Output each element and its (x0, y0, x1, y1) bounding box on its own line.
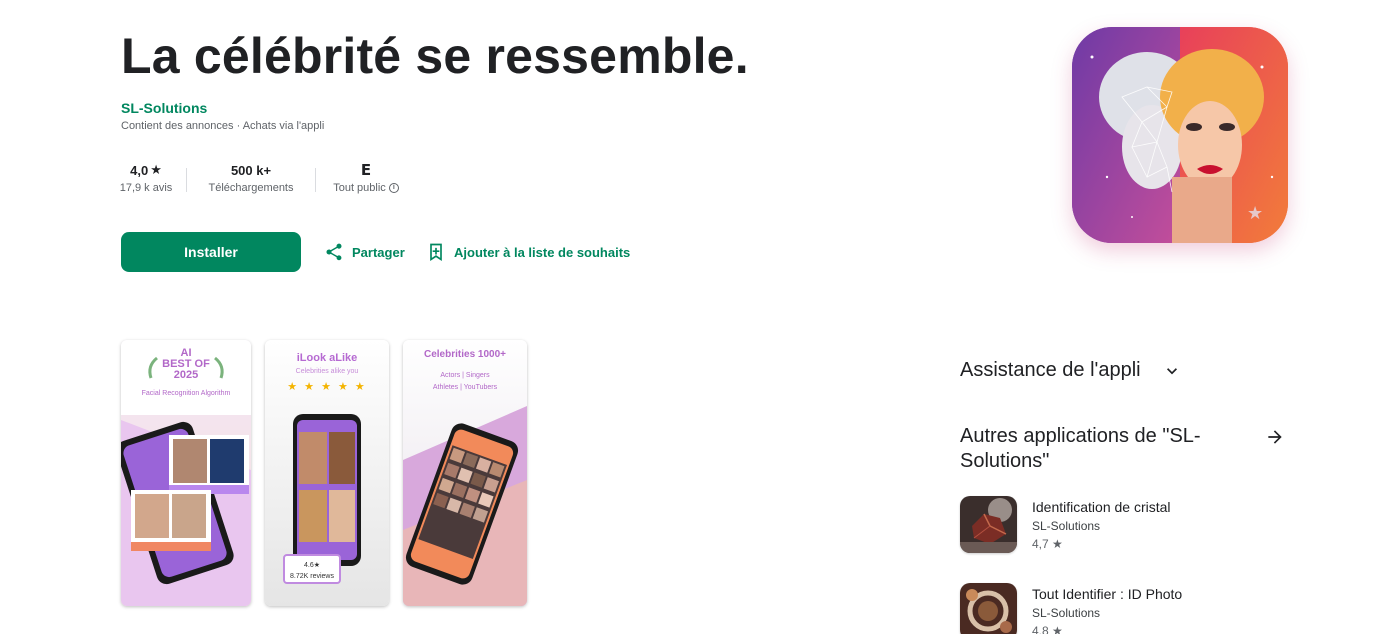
screenshot-1-title: AI BEST OF 2025 (121, 348, 251, 381)
related-app-developer: SL-Solutions (1032, 606, 1101, 620)
award-year: 2025 (173, 369, 199, 381)
share-button[interactable]: Partager (324, 242, 405, 262)
rating-value: 4,0 (130, 162, 149, 178)
id-photo-app-icon (960, 583, 1017, 634)
install-button[interactable]: Installer (121, 232, 301, 272)
screenshot-3-subtitle: Actors | Singers Athletes | YouTubers (403, 370, 527, 394)
share-label: Partager (352, 244, 405, 260)
review-rating: 4.6★ (303, 562, 320, 569)
related-app-item[interactable]: Tout Identifier : ID Photo SL-Solutions … (960, 583, 1182, 634)
stat-rating: 4,0 ★ 17,9 k avis (106, 160, 186, 194)
info-icon[interactable]: i (388, 183, 399, 193)
related-app-name: Identification de cristal (1032, 499, 1171, 515)
screenshot-1[interactable]: AI BEST OF 2025 Facial Recognition Algor… (121, 340, 251, 606)
screenshot-2[interactable]: iLook aLike Celebrities alike you ★ ★ ★ … (265, 340, 389, 606)
screenshot-3[interactable]: Celebrities 1000+ Actors | Singers Athle… (403, 340, 527, 606)
svg-text:★: ★ (1247, 203, 1263, 224)
stat-downloads: 500 k+ Téléchargements (187, 160, 315, 195)
screenshot-1-subtitle: Facial Recognition Algorithm (141, 390, 231, 397)
related-app-name: Tout Identifier : ID Photo (1032, 586, 1183, 602)
app-title: La célébrité se ressemble. (121, 28, 749, 84)
related-app-rating: 4,7 ★ (1032, 537, 1063, 551)
ads-note: Contient des annonces · Achats via l'app… (121, 120, 325, 132)
related-app-item[interactable]: Identification de cristal SL-Solutions 4… (960, 496, 1171, 553)
arrow-right-icon[interactable] (1265, 427, 1285, 447)
screenshot-2-subtitle: Celebrities alike you (295, 368, 359, 375)
age-rating-badge: E (360, 161, 372, 179)
related-app-developer: SL-Solutions (1032, 519, 1101, 533)
stat-age-rating[interactable]: E Tout public i (316, 160, 416, 194)
celeb-line-2: Athletes | YouTubers (432, 384, 498, 391)
share-icon (326, 243, 342, 261)
screenshot-3-title: Celebrities 1000+ (424, 349, 506, 360)
app-support-heading[interactable]: Assistance de l'appli (960, 358, 1141, 383)
review-card: 4.6★ 8.72K reviews (283, 554, 341, 584)
downloads-value: 500 k+ (230, 162, 272, 178)
star-icon: ★ ★ ★ ★ ★ (287, 381, 367, 393)
related-app-rating: 4,8 ★ (1032, 624, 1063, 634)
star-icon: ★ (150, 162, 162, 177)
reviews-count: 17,9 k avis (119, 182, 173, 194)
wishlist-button[interactable]: Ajouter à la liste de souhaits (426, 242, 630, 262)
celeb-line-1: Actors | Singers (440, 372, 490, 379)
wishlist-label: Ajouter à la liste de souhaits (454, 244, 631, 260)
age-rating-label: Tout public (333, 182, 386, 194)
screenshot-2-title: iLook aLike (296, 352, 358, 364)
other-apps-heading[interactable]: Autres applications de "SL-Solutions" (960, 424, 1230, 474)
stats-row: 4,0 ★ 17,9 k avis 500 k+ Téléchargements … (120, 160, 416, 200)
app-icon: ★ (1072, 27, 1288, 243)
chevron-down-icon[interactable] (1162, 361, 1182, 381)
developer-link[interactable]: SL-Solutions (121, 100, 207, 116)
crystal-app-icon (960, 496, 1017, 553)
review-count: 8.72K reviews (290, 573, 334, 580)
downloads-label: Téléchargements (208, 182, 294, 194)
wishlist-icon (430, 243, 442, 262)
